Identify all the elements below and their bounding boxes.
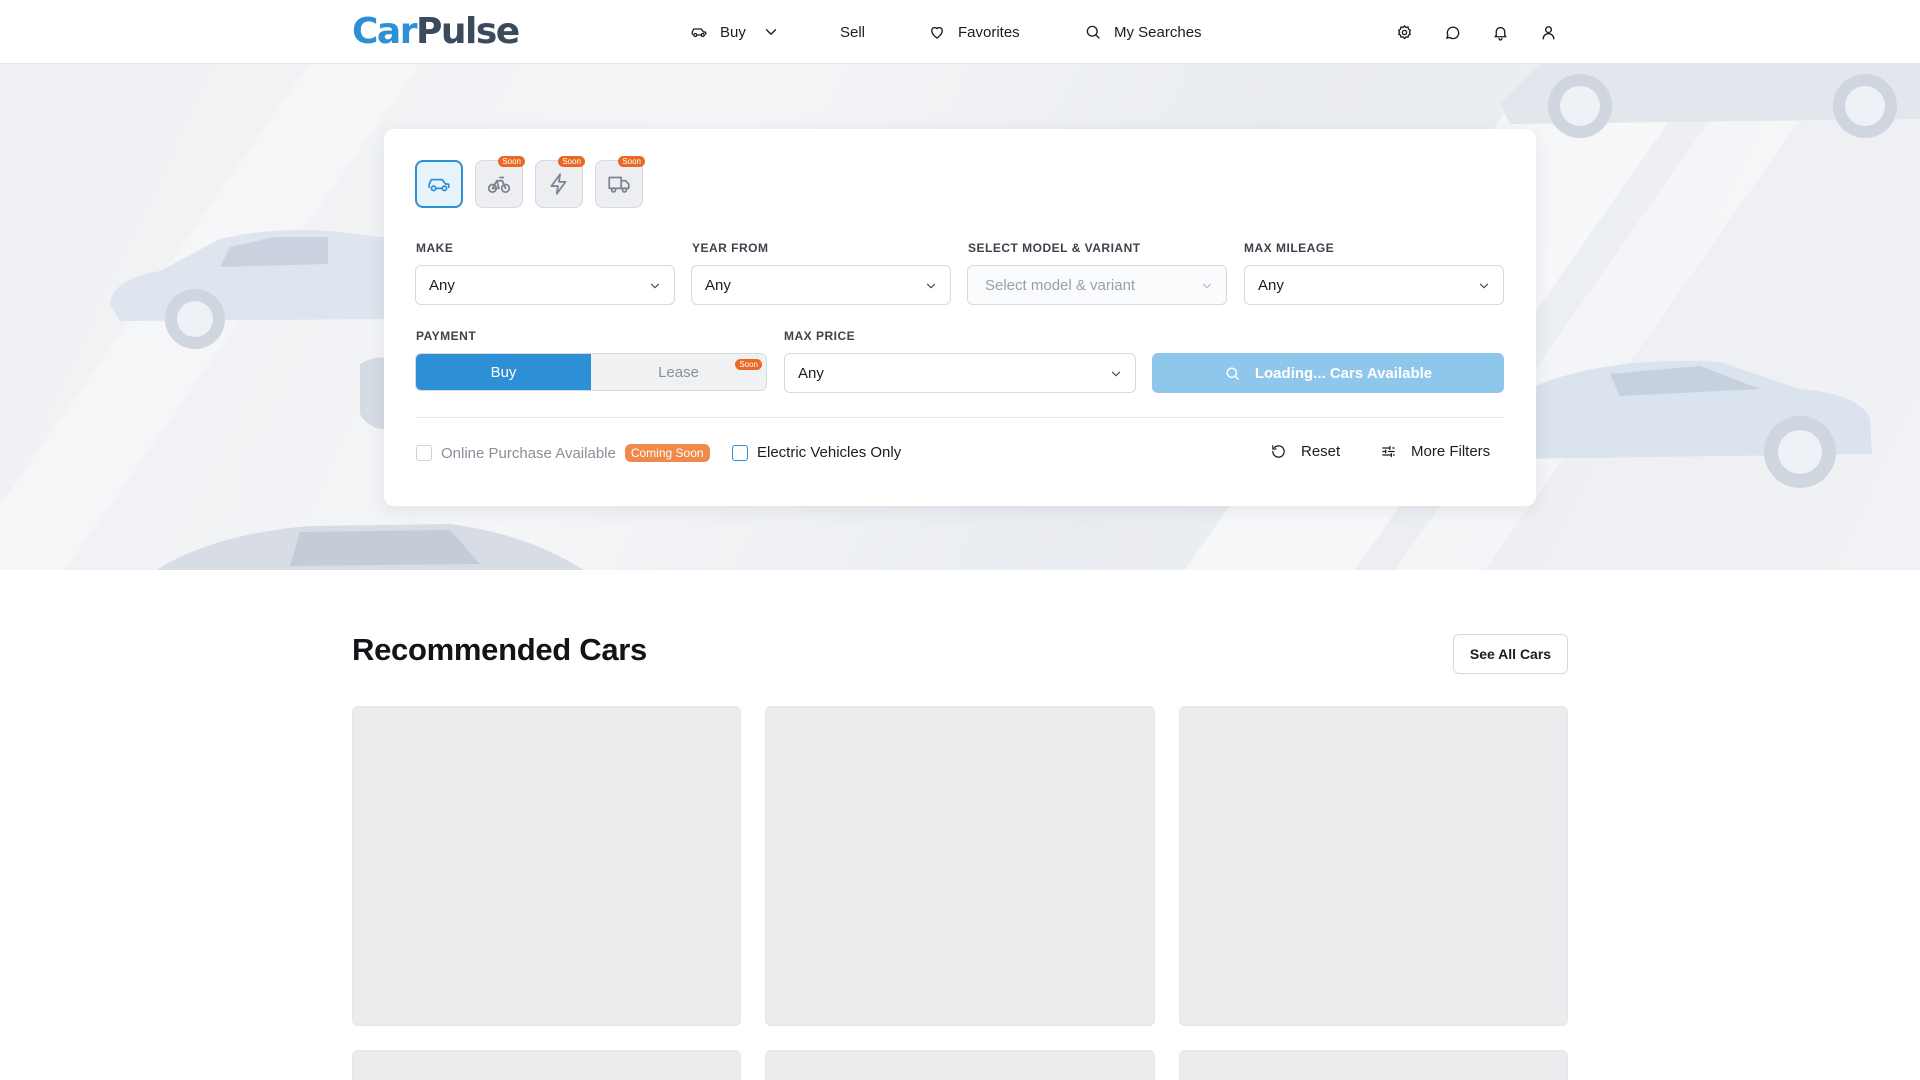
- user-icon[interactable]: [1538, 22, 1558, 42]
- car-icon: [428, 178, 450, 192]
- make-label: MAKE: [416, 241, 454, 255]
- bicycle-icon: [487, 176, 511, 193]
- sliders-icon: [1382, 445, 1395, 458]
- payment-lease-label: Lease: [658, 363, 699, 381]
- model-variant-select[interactable]: Select model & variant: [967, 265, 1227, 305]
- year-from-value: Any: [705, 276, 731, 294]
- max-mileage-select[interactable]: Any: [1244, 265, 1504, 305]
- online-purchase-checkbox[interactable]: Online Purchase Available Coming Soon: [416, 444, 710, 462]
- max-mileage-value: Any: [1258, 276, 1284, 294]
- nav-sell[interactable]: Sell: [840, 20, 865, 44]
- payment-label: PAYMENT: [416, 329, 477, 343]
- car-card-skeleton: [765, 1050, 1155, 1080]
- checkbox-box[interactable]: [732, 444, 748, 461]
- online-purchase-label: Online Purchase Available: [441, 444, 616, 462]
- electric-only-checkbox[interactable]: Electric Vehicles Only: [732, 444, 901, 461]
- year-from-select[interactable]: Any: [691, 265, 951, 305]
- reset-button[interactable]: Reset: [1270, 443, 1340, 460]
- soon-badge: Soon: [735, 359, 762, 370]
- car-card-skeleton: [352, 706, 741, 1026]
- chat-icon[interactable]: [1442, 22, 1462, 42]
- car-card-skeleton: [765, 706, 1155, 1026]
- heart-icon: [931, 26, 943, 39]
- car-card-skeleton: [1179, 1050, 1568, 1080]
- coming-soon-badge: Coming Soon: [624, 444, 710, 462]
- more-filters-button[interactable]: More Filters: [1380, 443, 1490, 460]
- nav-buy-label: Buy: [720, 23, 746, 41]
- chevron-down-icon: [648, 279, 662, 293]
- model-variant-placeholder: Select model & variant: [985, 276, 1136, 294]
- model-variant-label: SELECT MODEL & VARIANT: [968, 241, 1141, 255]
- chevron-down-icon: [1200, 279, 1214, 293]
- nav-my-searches-label: My Searches: [1114, 23, 1202, 41]
- chevron-down-icon: [1477, 279, 1491, 293]
- car-card-skeleton: [1179, 706, 1568, 1026]
- payment-toggle: Buy Lease Soon: [415, 353, 767, 391]
- electric-only-label: Electric Vehicles Only: [757, 444, 902, 461]
- vehicle-type-bicycle[interactable]: Soon: [475, 156, 525, 208]
- max-price-value: Any: [798, 364, 824, 382]
- background-car-image: [100, 209, 400, 359]
- top-navbar: CarPulse Buy Sell Favorites My Searches: [0, 0, 1920, 64]
- search-icon: [1226, 366, 1239, 380]
- search-filter-card: Soon Soon Soon MAKE Any YEAR FROM Any SE…: [384, 129, 1536, 506]
- make-select[interactable]: Any: [415, 265, 675, 305]
- max-price-label: MAX PRICE: [784, 329, 856, 343]
- payment-buy-label: Buy: [490, 363, 517, 381]
- bell-icon[interactable]: [1490, 22, 1510, 42]
- see-all-cars-button[interactable]: See All Cars: [1453, 634, 1568, 674]
- car-card-skeleton: [352, 1050, 741, 1080]
- chevron-down-icon: [765, 29, 777, 35]
- background-car-image: [150, 514, 610, 570]
- reset-label: Reset: [1301, 443, 1341, 460]
- payment-buy-option[interactable]: Buy: [416, 354, 591, 390]
- reset-icon: [1272, 445, 1285, 458]
- background-car-image: [1480, 64, 1920, 139]
- search-cars-button[interactable]: Loading... Cars Available: [1152, 353, 1504, 393]
- car-icon: [691, 28, 707, 38]
- payment-lease-option[interactable]: Lease Soon: [591, 354, 766, 390]
- search-cars-label: Loading... Cars Available: [1254, 364, 1433, 382]
- settings-icon[interactable]: [1394, 22, 1414, 42]
- make-value: Any: [429, 276, 455, 294]
- more-filters-label: More Filters: [1411, 443, 1491, 460]
- chevron-down-icon: [1109, 367, 1123, 381]
- lightning-icon: [550, 173, 567, 195]
- nav-sell-label: Sell: [840, 23, 866, 41]
- search-icon: [1086, 25, 1100, 39]
- nav-favorites[interactable]: Favorites: [928, 20, 1020, 44]
- soon-badge: Soon: [618, 156, 645, 167]
- background-car-image: [1500, 334, 1880, 514]
- year-from-label: YEAR FROM: [692, 241, 769, 255]
- nav-buy[interactable]: Buy: [690, 20, 780, 44]
- max-mileage-label: MAX MILEAGE: [1244, 241, 1335, 255]
- vehicle-type-electric[interactable]: Soon: [535, 156, 585, 208]
- max-price-select[interactable]: Any: [784, 353, 1136, 393]
- nav-favorites-label: Favorites: [958, 23, 1020, 41]
- divider: [415, 417, 1504, 418]
- recommended-cars-title: Recommended Cars: [352, 632, 647, 667]
- checkbox-box[interactable]: [416, 445, 432, 461]
- chevron-down-icon: [924, 279, 938, 293]
- carpulse-logo[interactable]: CarPulse: [352, 12, 520, 52]
- soon-badge: Soon: [558, 156, 585, 167]
- vehicle-type-car[interactable]: [415, 160, 463, 208]
- truck-icon: [608, 176, 630, 193]
- soon-badge: Soon: [498, 156, 525, 167]
- vehicle-type-truck[interactable]: Soon: [595, 156, 645, 208]
- nav-my-searches[interactable]: My Searches: [1084, 20, 1202, 44]
